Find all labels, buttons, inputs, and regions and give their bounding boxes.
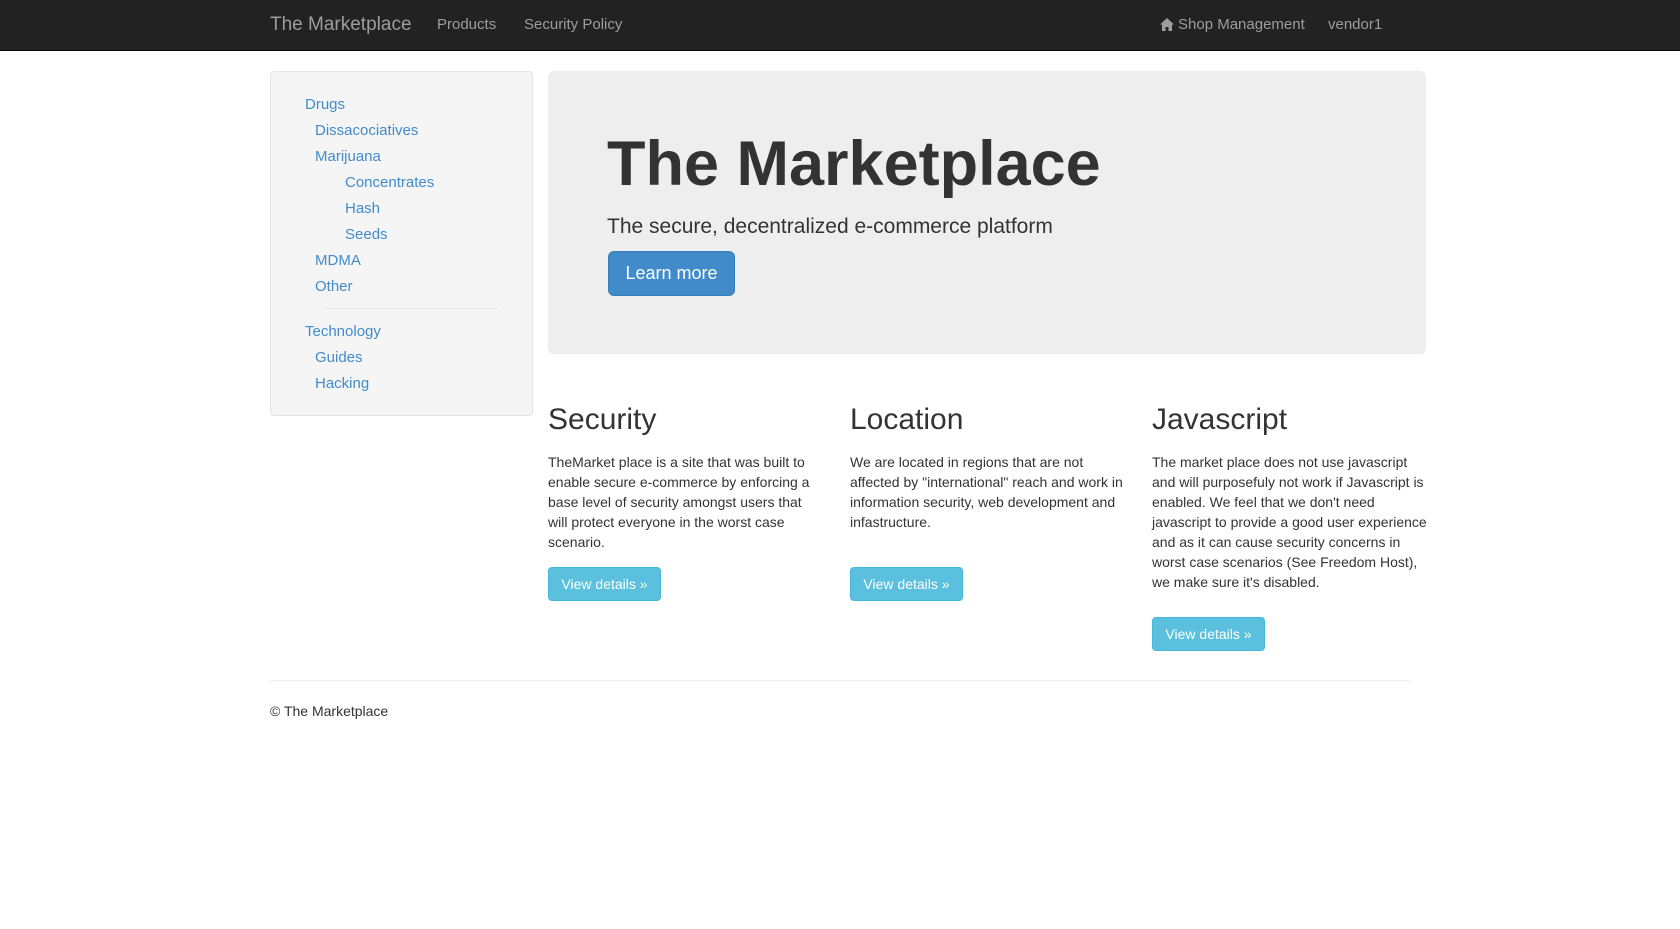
location-heading: Location bbox=[850, 403, 964, 436]
sidebar-item-hacking[interactable]: Hacking bbox=[315, 375, 369, 392]
nav-shop-management-label: Shop Management bbox=[1178, 16, 1305, 33]
javascript-column: Javascript The market place does not use… bbox=[1152, 403, 1427, 592]
sidebar-divider bbox=[323, 308, 498, 309]
location-view-details-button[interactable]: View details » bbox=[850, 567, 963, 601]
location-text: We are located in regions that are not a… bbox=[850, 454, 1123, 530]
footer-divider bbox=[270, 680, 1410, 681]
hero-subtitle: The secure, decentralized e-commerce pla… bbox=[607, 215, 1053, 238]
hero-jumbotron: The Marketplace The secure, decentralize… bbox=[548, 71, 1426, 354]
nav-user-menu[interactable]: vendor1 bbox=[1328, 16, 1382, 33]
sidebar-item-other[interactable]: Other bbox=[315, 278, 353, 295]
sidebar-item-guides[interactable]: Guides bbox=[315, 349, 363, 366]
security-column: Security TheMarket place is a site that … bbox=[548, 403, 823, 552]
sidebar-item-dissacociatives[interactable]: Dissacociatives bbox=[315, 122, 418, 139]
home-icon bbox=[1160, 18, 1174, 31]
sidebar-item-mdma[interactable]: MDMA bbox=[315, 252, 361, 269]
footer-copyright: © The Marketplace bbox=[270, 703, 389, 719]
sidebar-item-technology[interactable]: Technology bbox=[305, 323, 381, 340]
nav-security-policy[interactable]: Security Policy bbox=[524, 16, 622, 33]
javascript-text: The market place does not use javascript… bbox=[1152, 454, 1427, 590]
sidebar-item-concentrates[interactable]: Concentrates bbox=[345, 174, 434, 191]
security-view-details-button[interactable]: View details » bbox=[548, 567, 661, 601]
security-heading: Security bbox=[548, 403, 657, 436]
sidebar-item-seeds[interactable]: Seeds bbox=[345, 226, 388, 243]
nav-shop-management[interactable]: Shop Management bbox=[1160, 16, 1305, 33]
sidebar-item-marijuana[interactable]: Marijuana bbox=[315, 148, 381, 165]
brand-link[interactable]: The Marketplace bbox=[270, 14, 412, 36]
nav-products[interactable]: Products bbox=[437, 16, 496, 33]
location-column: Location We are located in regions that … bbox=[850, 403, 1125, 532]
javascript-view-details-button[interactable]: View details » bbox=[1152, 617, 1265, 651]
learn-more-button[interactable]: Learn more bbox=[608, 251, 735, 296]
sidebar-item-hash[interactable]: Hash bbox=[345, 200, 380, 217]
category-sidebar: Drugs Dissacociatives Marijuana Concentr… bbox=[270, 71, 533, 416]
sidebar-item-drugs[interactable]: Drugs bbox=[305, 96, 345, 113]
hero-title: The Marketplace bbox=[607, 129, 1101, 199]
javascript-heading: Javascript bbox=[1152, 403, 1288, 436]
security-text: TheMarket place is a site that was built… bbox=[548, 454, 810, 550]
top-navbar: The Marketplace Products Security Policy… bbox=[0, 0, 1680, 51]
